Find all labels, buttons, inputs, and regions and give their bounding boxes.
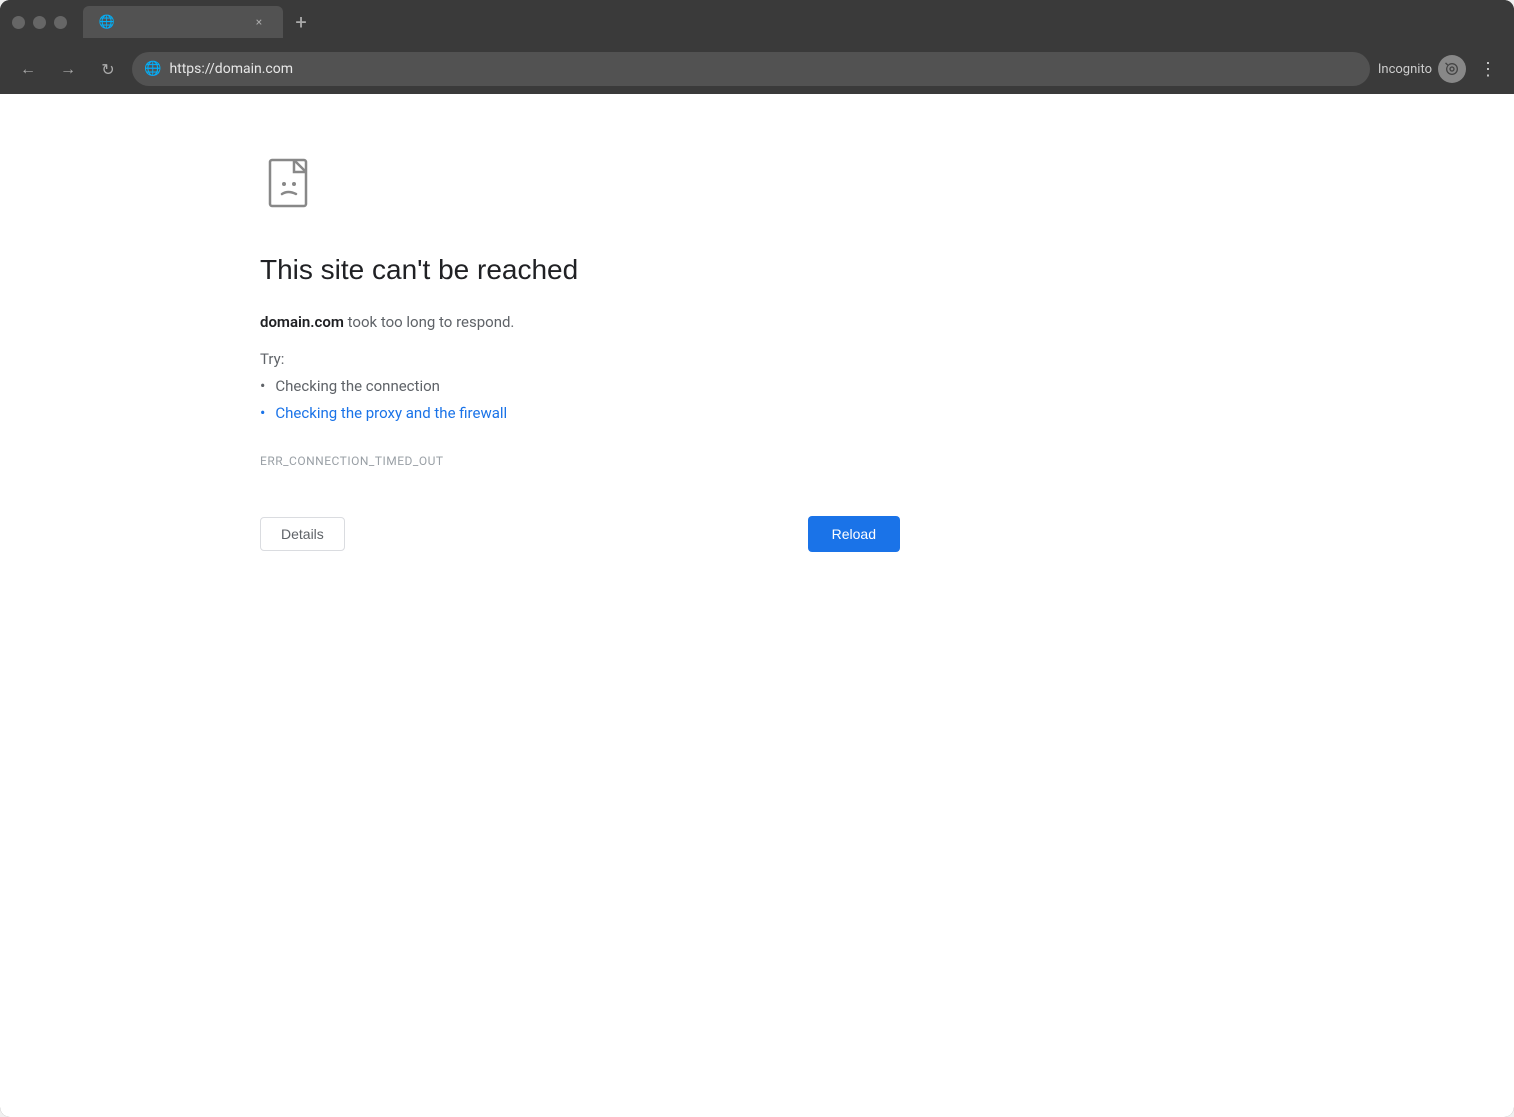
incognito-badge: Incognito [1378,55,1466,83]
error-container: This site can't be reached domain.com to… [0,94,900,612]
tab-close-button[interactable]: × [251,14,267,30]
reload-icon: ↻ [101,60,114,79]
forward-icon: → [60,59,76,79]
suggestion-2: Checking the proxy and the firewall [260,403,900,422]
forward-button[interactable]: → [52,53,84,85]
incognito-label: Incognito [1378,62,1432,77]
suggestions-list: Checking the connection Checking the pro… [260,376,900,422]
title-bar: 🌐 × + [0,0,1514,44]
try-label: Try: [260,350,900,368]
traffic-lights [12,16,67,29]
traffic-light-minimize[interactable] [33,16,46,29]
suggestion-1: Checking the connection [260,376,900,395]
error-description: domain.com took too long to respond. [260,310,900,334]
error-icon [260,154,900,222]
incognito-icon [1438,55,1466,83]
new-tab-button[interactable]: + [287,8,315,36]
back-icon: ← [20,59,36,79]
address-bar[interactable]: 🌐 https://domain.com [132,52,1370,86]
tab-favicon-icon: 🌐 [99,14,115,30]
toolbar: ← → ↻ 🌐 https://domain.com Incognito ⋮ [0,44,1514,94]
url-text: https://domain.com [169,61,293,77]
browser-window: 🌐 × + ← → ↻ 🌐 https://domain.com Incogni… [0,0,1514,1117]
suggestion-1-text: Checking the connection [275,377,440,395]
error-description-suffix: took too long to respond. [344,313,515,331]
error-code: ERR_CONNECTION_TIMED_OUT [260,454,900,468]
traffic-light-close[interactable] [12,16,25,29]
reload-button[interactable]: ↻ [92,53,124,85]
button-row: Details Reload [260,516,900,552]
reload-page-button[interactable]: Reload [808,516,900,552]
error-domain: domain.com [260,313,344,331]
proxy-firewall-link[interactable]: Checking the proxy and the firewall [275,404,507,422]
page-content: This site can't be reached domain.com to… [0,94,1514,1117]
menu-button[interactable]: ⋮ [1474,55,1502,83]
back-button[interactable]: ← [12,53,44,85]
secure-icon: 🌐 [144,61,161,77]
error-title: This site can't be reached [260,254,900,286]
tab-area: 🌐 × + [83,6,1502,38]
details-button[interactable]: Details [260,517,345,551]
active-tab[interactable]: 🌐 × [83,6,283,38]
toolbar-right: Incognito ⋮ [1378,55,1502,83]
traffic-light-maximize[interactable] [54,16,67,29]
